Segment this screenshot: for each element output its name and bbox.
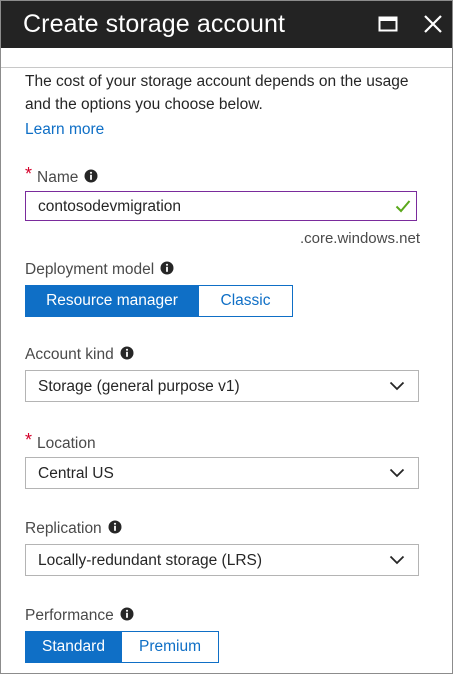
- account-kind-label: Account kind: [25, 346, 114, 363]
- name-label: Name: [37, 169, 79, 186]
- create-storage-account-blade: Create storage account The cost of your …: [0, 0, 453, 674]
- close-icon: [424, 15, 442, 33]
- performance-option-premium[interactable]: Premium: [122, 631, 219, 663]
- title-bar: Create storage account: [1, 1, 452, 48]
- replication-label: Replication: [25, 520, 102, 537]
- deployment-model-toggle: Resource manager Classic: [25, 285, 293, 317]
- location-label-row: * Location: [25, 430, 96, 454]
- info-icon[interactable]: [160, 261, 174, 281]
- replication-label-row: Replication: [25, 519, 122, 540]
- replication-dropdown[interactable]: Locally-redundant storage (LRS): [25, 544, 419, 576]
- replication-value: Locally-redundant storage (LRS): [38, 552, 263, 569]
- account-kind-label-row: Account kind: [25, 345, 134, 366]
- chevron-down-icon: [389, 468, 405, 478]
- learn-more-link[interactable]: Learn more: [25, 118, 104, 141]
- deployment-model-label-row: Deployment model: [25, 260, 174, 281]
- deployment-option-classic[interactable]: Classic: [199, 285, 293, 317]
- deployment-option-resource-manager[interactable]: Resource manager: [25, 285, 199, 317]
- close-button[interactable]: [421, 12, 445, 36]
- location-value: Central US: [38, 465, 114, 482]
- required-marker: *: [25, 164, 33, 184]
- info-icon[interactable]: [120, 346, 134, 366]
- name-label-row: * Name: [25, 164, 98, 189]
- info-icon[interactable]: [108, 520, 122, 540]
- name-input-value: contosodevmigration: [38, 198, 182, 215]
- deployment-model-label: Deployment model: [25, 261, 155, 278]
- location-dropdown[interactable]: Central US: [25, 457, 419, 489]
- chevron-down-icon: [389, 381, 405, 391]
- performance-toggle: Standard Premium: [25, 631, 219, 663]
- info-icon[interactable]: [120, 607, 134, 627]
- account-kind-value: Storage (general purpose v1): [38, 378, 240, 395]
- required-marker: *: [25, 430, 33, 450]
- header-separator: [1, 67, 452, 68]
- blade-title: Create storage account: [23, 10, 286, 38]
- info-icon[interactable]: [84, 169, 98, 189]
- location-label: Location: [37, 435, 96, 452]
- maximize-icon: [378, 16, 398, 32]
- maximize-button[interactable]: [376, 12, 400, 36]
- name-input[interactable]: contosodevmigration: [25, 191, 417, 221]
- performance-label: Performance: [25, 607, 114, 624]
- valid-check-icon: [395, 200, 411, 213]
- chevron-down-icon: [389, 555, 405, 565]
- performance-label-row: Performance: [25, 606, 134, 627]
- cost-description: The cost of your storage account depends…: [25, 73, 409, 113]
- domain-suffix: .core.windows.net: [299, 230, 420, 247]
- performance-option-standard[interactable]: Standard: [25, 631, 122, 663]
- account-kind-dropdown[interactable]: Storage (general purpose v1): [25, 370, 419, 402]
